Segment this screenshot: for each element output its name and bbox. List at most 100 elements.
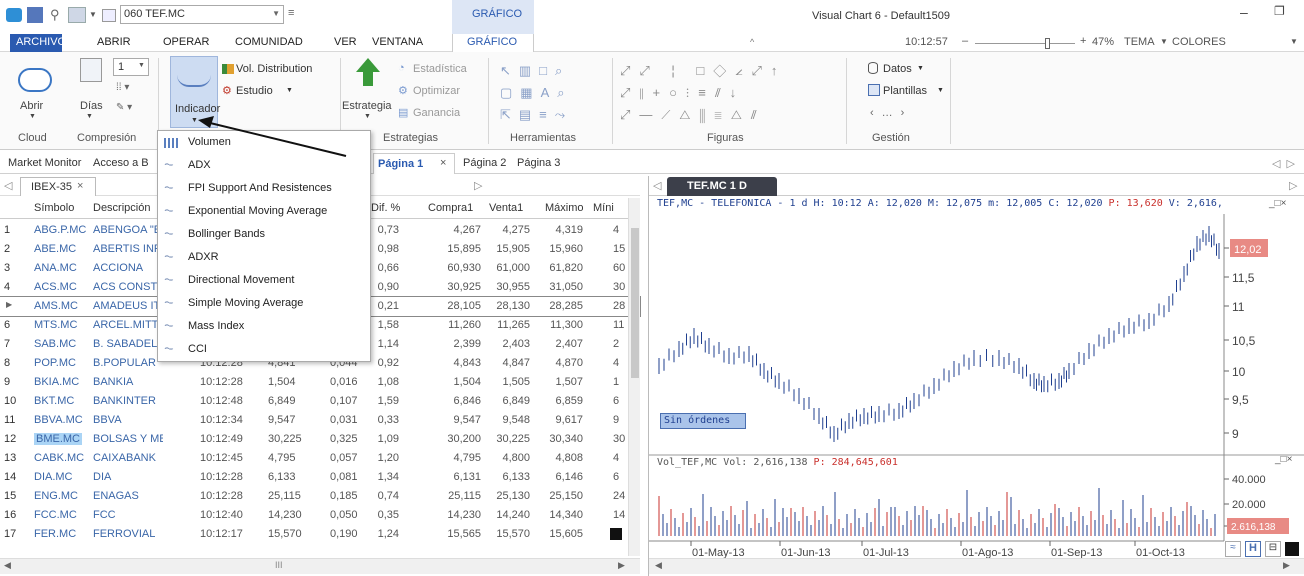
estrategia-arrow-icon[interactable] [356,58,380,72]
tools-grid-icons[interactable]: ↖▥□⌕ ▢▦A⌕ ⇱▤≡⤳ [500,60,604,122]
hscroll-left-icon[interactable]: ◀ [4,560,11,571]
indicador-button[interactable]: Indicador ▼ [170,56,220,128]
grid-horizontal-scrollbar[interactable]: III ◀ ▶ [0,558,640,574]
dropdown-item-bollinger-bands[interactable]: ⏦ Bollinger Bands [158,223,370,246]
compression-input[interactable]: 1 ▼ [113,58,149,76]
ribbon-collapse-icon[interactable]: ^ [750,37,754,47]
zoom-slider-thumb[interactable] [1045,38,1050,49]
compression-dropdown-icon[interactable]: ▼ [138,62,145,69]
zoom-plus-icon[interactable]: + [1080,35,1086,47]
gestion-nav-icons[interactable]: ‹…› [870,107,912,119]
workspace-dropdown-icon[interactable]: ▼ [89,10,97,19]
pencil-icon[interactable]: ✎ ▾ [116,102,132,113]
sin-ordenes-badge[interactable]: Sin órdenes [660,413,746,429]
optimizar-button[interactable]: Optimizar [413,85,460,97]
tab-scroll-icons[interactable]: ◁▷ [1272,157,1301,170]
volume-window-controls-icon[interactable]: _□× [1275,454,1292,465]
symbol-input[interactable]: 060 TEF.MC ▼ [120,5,284,24]
menu-archivo[interactable]: ARCHIVO [10,34,66,52]
toolbar-h-icon[interactable]: H [1245,541,1261,557]
toolbar-color-icon[interactable] [1285,542,1299,556]
grid-tab-left-icon[interactable]: ◁ [4,179,12,192]
dropdown-item-volumen[interactable]: Volumen [158,131,370,154]
cloud-icon[interactable] [18,68,52,92]
minimize-icon[interactable]: – [1240,4,1248,20]
table-row[interactable]: 9 BKIA.MC BANKIA 10:12:28 1,504 0,016 1,08 1,50… [0,373,640,392]
plantillas-dropdown-icon[interactable]: ▼ [937,87,944,94]
tab-pagina3[interactable]: Página 3 [517,157,560,169]
menu-operar[interactable]: OPERAR [163,36,209,48]
restore-icon[interactable]: ❐ [1274,4,1285,18]
figure-tools-icons[interactable]: ⤢⤢ ¦ □◇∠⤢↑ ⤢∥+○⫶≡⫽↓ ⤢—⟋△⫼≣△⫽ [620,60,840,122]
chart-hscroll-left-icon[interactable]: ◀ [655,560,662,571]
col-header-descripcion[interactable]: Descripción [93,202,150,214]
color-swatch-icon[interactable] [610,528,622,540]
abrir-dropdown-icon[interactable]: ▼ [29,113,36,120]
col-header-simbolo[interactable]: Símbolo [34,202,74,214]
datos-button[interactable]: Datos [883,63,912,75]
hscroll-right-icon[interactable]: ▶ [618,560,625,571]
zoom-minus-icon[interactable]: – [962,35,968,47]
estrategia-button[interactable]: Estrategia [342,100,392,112]
chevron-down-icon[interactable]: ▼ [272,9,280,18]
dropdown-item-exponential-moving-average[interactable]: ⏦ Exponential Moving Average [158,200,370,223]
menu-abrir[interactable]: ABRIR [97,36,131,48]
close-icon[interactable]: × [440,157,446,169]
dias-dropdown-icon[interactable]: ▼ [86,113,93,120]
ganancia-button[interactable]: Ganancia [413,107,460,119]
price-chart[interactable]: 12,02 11,5 11 10,5 10 9,5 9 40.000 20.000 2.616,1… [649,176,1304,576]
col-header-compra1[interactable]: Compra1 [428,202,473,214]
close-icon[interactable]: × [77,180,83,192]
workspace-icon[interactable] [68,7,86,23]
col-header-dif-pct[interactable]: Dif. % [371,202,400,214]
chart-horizontal-scrollbar[interactable]: ◀ ▶ [649,558,1304,574]
table-row[interactable]: 13 CABK.MC CAIXABANK 10:12:45 4,795 0,057 1,20… [0,449,640,468]
dropdown-item-simple-moving-average[interactable]: ⏦ Simple Moving Average [158,292,370,315]
grid-scroll-thumb[interactable] [631,228,639,378]
estudio-button[interactable]: Estudio [236,85,273,97]
table-row[interactable]: 10 BKT.MC BANKINTER 10:12:48 6,849 0,107 1,59 6… [0,392,640,411]
menu-ver[interactable]: VER [334,36,357,48]
dropdown-item-fpi-support-and-resistences[interactable]: ⏦ FPI Support And Resistences [158,177,370,200]
tab-ibex35[interactable]: IBEX-35 × [20,177,96,196]
tab-pagina1[interactable]: Página 1 × [373,153,455,174]
table-row[interactable]: 12BME.MCBOLSAS Y MER10:12:4930,2250,3251… [0,430,640,449]
grid-vertical-scrollbar[interactable] [628,198,640,556]
zoom-slider[interactable] [975,43,1075,44]
grid-tab-right-icon[interactable]: ▷ [474,179,482,192]
table-row[interactable]: 15 ENG.MC ENAGAS 10:12:28 25,115 0,185 0,74 25,… [0,487,640,506]
tema-menu[interactable]: TEMA [1124,36,1155,48]
dropdown-item-directional-movement[interactable]: ⏦ Directional Movement [158,269,370,292]
dias-button[interactable]: Días [80,100,103,112]
pin-icon[interactable]: ⚲ [50,7,60,23]
estrategia-dropdown-icon[interactable]: ▼ [364,113,371,120]
menu-ventana[interactable]: VENTANA [372,36,423,48]
estadistica-button[interactable]: Estadística [413,63,467,75]
dropdown-item-adxr[interactable]: ⏦ ADXR [158,246,370,269]
layout-icon[interactable] [27,7,43,23]
dropdown-item-cci[interactable]: ⏦ CCI [158,338,370,361]
toolbar-wave-icon[interactable]: ≈ [1225,541,1241,557]
menu-grafico[interactable]: GRÁFICO [452,34,534,52]
indicador-dropdown-icon[interactable]: ▼ [191,117,198,124]
tab-pagina2[interactable]: Página 2 [463,157,506,169]
col-header-maximo[interactable]: Máximo [545,202,584,214]
abrir-button[interactable]: Abrir [20,100,43,112]
tab-acceso[interactable]: Acceso a B [93,157,149,169]
grid-hscroll-grip[interactable]: III [275,560,283,570]
table-row[interactable]: 11 BBVA.MC BBVA 10:12:34 9,547 0,031 0,33 9,547… [0,411,640,430]
table-row[interactable]: 17 FER.MC FERROVIAL 10:12:17 15,570 0,190 1,24… [0,525,640,544]
toolbar-split-icon[interactable]: ⊟ [1265,541,1281,557]
plantillas-button[interactable]: Plantillas [883,85,927,97]
col-header-minimo[interactable]: Míni [593,202,614,214]
dropdown-item-mass-index[interactable]: ⏦ Mass Index [158,315,370,338]
split-icon[interactable]: ⁞⁞ ▾ [116,82,129,93]
chart-hscroll-right-icon[interactable]: ▶ [1283,560,1290,571]
table-row[interactable]: 14 DIA.MC DIA 10:12:28 6,133 0,081 1,34 6,131 6,… [0,468,640,487]
tema-dropdown-icon[interactable]: ▼ [1160,37,1168,46]
qa-more-icon[interactable]: ≡ [288,7,294,19]
dropdown-item-adx[interactable]: ⏦ ADX [158,154,370,177]
datos-dropdown-icon[interactable]: ▼ [917,65,924,72]
colores-menu[interactable]: COLORES [1172,36,1226,48]
table-row[interactable]: 16 FCC.MC FCC 10:12:40 14,230 0,050 0,35 14,230… [0,506,640,525]
